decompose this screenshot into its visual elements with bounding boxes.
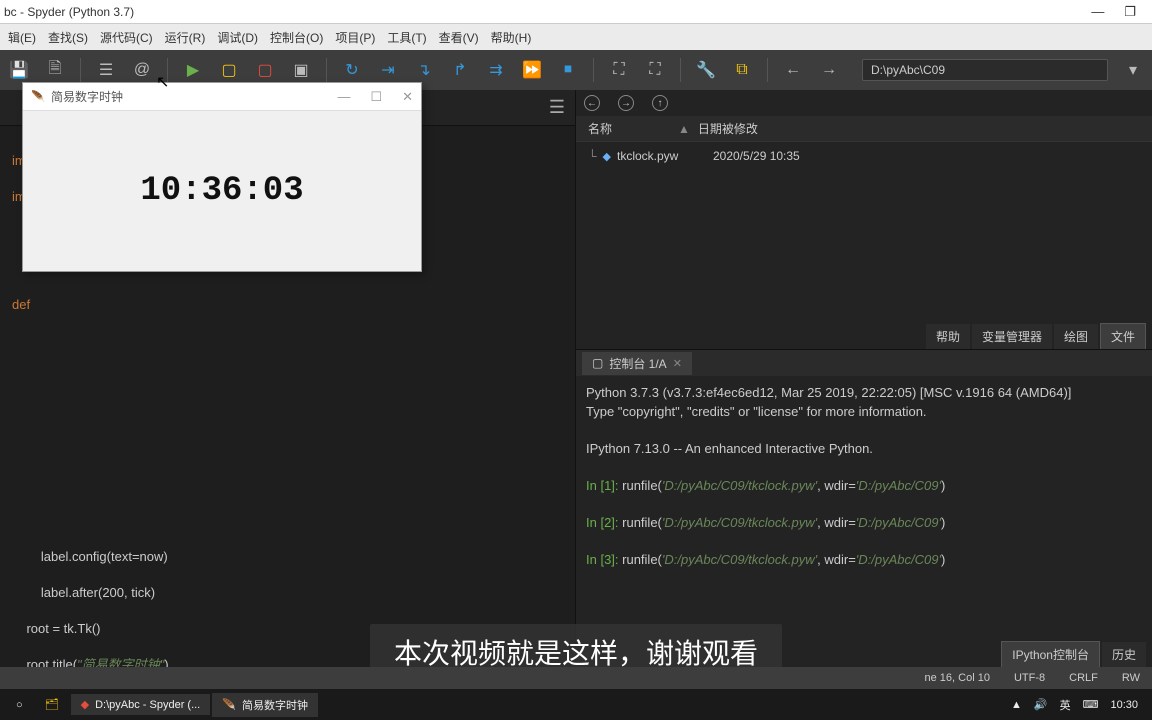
status-line-col: ne 16, Col 10 [925, 672, 990, 684]
status-encoding: UTF-8 [1014, 672, 1045, 684]
window-title: bc - Spyder (Python 3.7) [4, 5, 1091, 19]
console-output[interactable]: Python 3.7.3 (v3.7.3:ef4ec6ed12, Mar 25 … [576, 376, 1152, 641]
right-pane: ← → ↑ 名称 ▲ 日期被修改 └ ◆ tkclock.pyw 2020/5/… [575, 90, 1152, 667]
menu-project[interactable]: 项目(P) [331, 29, 379, 46]
at-icon[interactable]: @ [131, 59, 153, 81]
working-dir-input[interactable] [862, 59, 1108, 81]
status-rw: RW [1122, 672, 1140, 684]
console-pane: ▢ 控制台 1/A ✕ Python 3.7.3 (v3.7.3:ef4ec6e… [576, 350, 1152, 667]
file-browser: ← → ↑ 名称 ▲ 日期被修改 └ ◆ tkclock.pyw 2020/5/… [576, 90, 1152, 350]
back-icon[interactable]: ← [782, 59, 804, 81]
tab-variables[interactable]: 变量管理器 [972, 324, 1052, 349]
fullscreen-icon[interactable]: ⛶ [644, 59, 666, 81]
file-row[interactable]: └ ◆ tkclock.pyw 2020/5/29 10:35 [584, 146, 1144, 166]
clock-minimize-icon[interactable]: — [337, 89, 350, 105]
menu-bar: 辑(E) 查找(S) 源代码(C) 运行(R) 调试(D) 控制台(O) 项目(… [0, 24, 1152, 50]
forward-icon[interactable]: → [818, 59, 840, 81]
save-all-icon[interactable]: 🗎 [44, 59, 66, 81]
tab-plot[interactable]: 绘图 [1054, 324, 1098, 349]
step-into-icon[interactable]: ↴ [413, 59, 435, 81]
tab-history[interactable]: 历史 [1102, 642, 1146, 667]
menu-help[interactable]: 帮助(H) [487, 29, 536, 46]
list-icon[interactable]: ☰ [95, 59, 117, 81]
explorer-icon[interactable]: 🗂 [35, 694, 69, 715]
maximize-button[interactable]: ❐ [1124, 4, 1136, 20]
nav-forward-icon[interactable]: → [618, 95, 634, 111]
nav-back-icon[interactable]: ← [584, 95, 600, 111]
clock-time-label: 10:36:03 [140, 172, 303, 210]
spyder-icon: ◆ [81, 698, 89, 711]
taskbar: ○ 🗂 ◆ D:\pyAbc - Spyder (... 🪶 简易数字时钟 ▲ … [0, 689, 1152, 720]
run-icon[interactable]: ▶ [182, 59, 204, 81]
start-button[interactable]: ○ [6, 695, 33, 715]
python-icon[interactable]: ⧉ [731, 59, 753, 81]
close-icon[interactable]: ✕ [673, 357, 682, 370]
console-tab[interactable]: ▢ 控制台 1/A ✕ [582, 352, 692, 375]
tray-icon[interactable]: ▲ [1011, 699, 1022, 711]
status-bar: ne 16, Col 10 UTF-8 CRLF RW [0, 667, 1152, 689]
console-tabs: ▢ 控制台 1/A ✕ [576, 350, 1152, 376]
maximize-pane-icon[interactable]: ⛶ [608, 59, 630, 81]
feather-icon: 🪶 [222, 698, 236, 711]
menu-run[interactable]: 运行(R) [161, 29, 210, 46]
menu-tools[interactable]: 工具(T) [383, 29, 430, 46]
fast-forward-icon[interactable]: ⏩ [521, 59, 543, 81]
tab-help[interactable]: 帮助 [926, 324, 970, 349]
speaker-icon[interactable]: 🔊 [1034, 698, 1048, 711]
terminal-icon: ▢ [592, 356, 603, 370]
continue-icon[interactable]: ⇉ [485, 59, 507, 81]
tab-files[interactable]: 文件 [1100, 323, 1146, 349]
clock-maximize-icon[interactable]: ☐ [370, 89, 382, 105]
menu-source[interactable]: 源代码(C) [96, 29, 157, 46]
file-nav: ← → ↑ [576, 90, 1152, 116]
clock-body: 10:36:03 [23, 111, 421, 271]
menu-edit[interactable]: 辑(E) [4, 29, 40, 46]
taskbar-spyder[interactable]: ◆ D:\pyAbc - Spyder (... [71, 694, 211, 715]
menu-console[interactable]: 控制台(O) [266, 29, 327, 46]
clock-close-icon[interactable]: ✕ [402, 89, 413, 105]
ime-indicator[interactable]: 英 [1060, 697, 1071, 713]
save-icon[interactable]: 💾 [8, 59, 30, 81]
run-cell-icon[interactable]: ▢ [218, 59, 240, 81]
tk-icon: 🪶 [31, 90, 45, 104]
run-selection-icon[interactable]: ▣ [290, 59, 312, 81]
window-controls: — ❐ [1091, 4, 1148, 20]
file-date: 2020/5/29 10:35 [713, 149, 800, 163]
col-name[interactable]: 名称 [588, 120, 678, 137]
menu-icon[interactable]: ☰ [549, 97, 565, 118]
clock-window: 🪶 简易数字时钟 — ☐ ✕ 10:36:03 [22, 82, 422, 272]
menu-view[interactable]: 查看(V) [435, 29, 483, 46]
debug-icon[interactable]: ↻ [341, 59, 363, 81]
file-name: tkclock.pyw [617, 149, 707, 163]
window-titlebar: bc - Spyder (Python 3.7) — ❐ [0, 0, 1152, 24]
minimize-button[interactable]: — [1091, 4, 1104, 20]
menu-search[interactable]: 查找(S) [44, 29, 92, 46]
nav-up-icon[interactable]: ↑ [652, 95, 668, 111]
run-cell-advance-icon[interactable]: ▢ [254, 59, 276, 81]
taskbar-clock-app[interactable]: 🪶 简易数字时钟 [212, 693, 318, 717]
right-pane-tabs: 帮助 变量管理器 绘图 文件 [576, 321, 1152, 349]
stop-icon[interactable]: ⏹ [557, 59, 579, 81]
system-tray: ▲ 🔊 英 ⌨ 10:30 [1011, 697, 1146, 713]
file-list[interactable]: └ ◆ tkclock.pyw 2020/5/29 10:35 [576, 142, 1152, 321]
clock-titlebar[interactable]: 🪶 简易数字时钟 — ☐ ✕ [23, 83, 421, 111]
step-out-icon[interactable]: ↱ [449, 59, 471, 81]
tray-time[interactable]: 10:30 [1110, 699, 1138, 711]
file-list-header: 名称 ▲ 日期被修改 [576, 116, 1152, 142]
wrench-icon[interactable]: 🔧 [695, 59, 717, 81]
step-icon[interactable]: ⇥ [377, 59, 399, 81]
status-eol: CRLF [1069, 672, 1098, 684]
col-date[interactable]: 日期被修改 [698, 120, 758, 137]
tab-ipython[interactable]: IPython控制台 [1001, 641, 1100, 667]
keyboard-icon[interactable]: ⌨ [1083, 698, 1099, 711]
python-file-icon: ◆ [603, 150, 611, 163]
dropdown-icon[interactable]: ▾ [1122, 59, 1144, 81]
menu-debug[interactable]: 调试(D) [213, 29, 262, 46]
clock-window-title: 简易数字时钟 [51, 88, 337, 105]
